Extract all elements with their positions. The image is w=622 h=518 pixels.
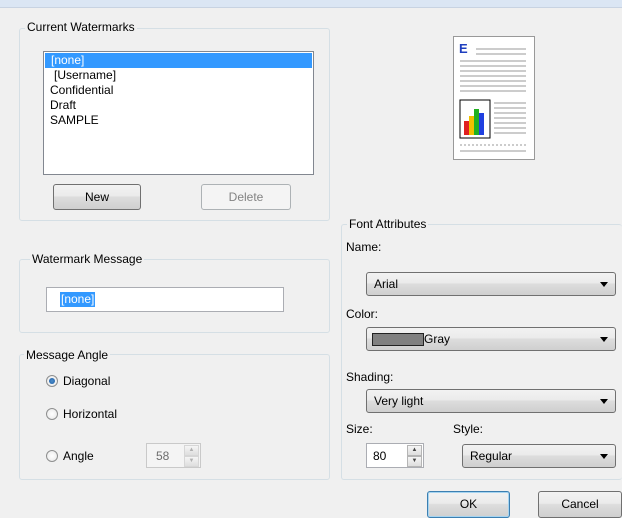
shading-label: Shading: — [346, 370, 394, 384]
preview-bar — [469, 116, 474, 135]
current-watermarks-legend: Current Watermarks — [25, 20, 137, 34]
name-label: Name: — [346, 240, 382, 254]
font-attributes-legend: Font Attributes — [347, 217, 429, 231]
shading-value: Very light — [374, 394, 424, 408]
watermarks-listbox[interactable]: [none] [Username] Confidential Draft SAM… — [43, 51, 314, 175]
watermark-list-item[interactable]: [none] — [45, 53, 312, 68]
angle-radio-label[interactable]: Angle — [63, 449, 94, 463]
preview-bar — [479, 113, 484, 135]
style-value: Regular — [470, 449, 513, 463]
color-label: Color: — [346, 307, 379, 321]
diagonal-radio-label[interactable]: Diagonal — [63, 374, 110, 388]
spin-down-icon[interactable]: ▼ — [184, 456, 199, 467]
font-name-dropdown[interactable]: Arial — [366, 272, 616, 296]
size-stepper-buttons: ▲ ▼ — [407, 445, 422, 467]
style-label: Style: — [453, 422, 484, 436]
horizontal-radio[interactable] — [46, 408, 58, 420]
chevron-down-icon — [600, 454, 608, 459]
spin-up-icon[interactable]: ▲ — [407, 445, 422, 456]
preview-letter: E — [459, 41, 468, 56]
angle-value: 58 — [156, 449, 170, 463]
color-swatch — [372, 333, 424, 346]
angle-stepper[interactable]: 58 ▲ ▼ — [146, 443, 201, 468]
watermark-preview: E — [453, 36, 535, 160]
chevron-down-icon — [600, 282, 608, 287]
title-bar-strip — [0, 0, 622, 8]
watermark-list-item[interactable]: [Username] — [44, 68, 313, 83]
watermark-message-legend: Watermark Message — [30, 252, 145, 266]
color-dropdown[interactable]: Gray — [366, 327, 616, 351]
spin-up-icon[interactable]: ▲ — [184, 445, 199, 456]
ok-button[interactable]: OK — [427, 491, 510, 518]
angle-stepper-buttons: ▲ ▼ — [184, 445, 199, 467]
chevron-down-icon — [600, 399, 608, 404]
size-stepper[interactable]: 80 ▲ ▼ — [366, 443, 424, 468]
angle-radio[interactable] — [46, 450, 58, 462]
cancel-button[interactable]: Cancel — [538, 491, 622, 518]
chevron-down-icon — [600, 337, 608, 342]
watermark-message-text: [none] — [60, 292, 96, 307]
font-name-value: Arial — [374, 277, 399, 291]
shading-dropdown[interactable]: Very light — [366, 389, 616, 413]
spin-down-icon[interactable]: ▼ — [407, 456, 422, 467]
style-dropdown[interactable]: Regular — [462, 444, 616, 468]
size-value: 80 — [373, 449, 387, 463]
preview-bar — [474, 109, 479, 135]
preview-bar — [464, 121, 469, 135]
watermark-message-input[interactable]: [none] — [46, 287, 284, 312]
diagonal-radio[interactable] — [46, 375, 58, 387]
watermark-list-item[interactable]: Confidential — [44, 83, 313, 98]
new-button[interactable]: New — [53, 184, 141, 210]
watermark-list-item[interactable]: Draft — [44, 98, 313, 113]
font-attributes-group — [341, 224, 622, 480]
horizontal-radio-label[interactable]: Horizontal — [63, 407, 117, 421]
delete-button[interactable]: Delete — [201, 184, 291, 210]
color-value: Gray — [424, 332, 451, 346]
watermark-list-item[interactable]: SAMPLE — [44, 113, 313, 128]
size-label: Size: — [346, 422, 373, 436]
message-angle-legend: Message Angle — [24, 348, 111, 362]
